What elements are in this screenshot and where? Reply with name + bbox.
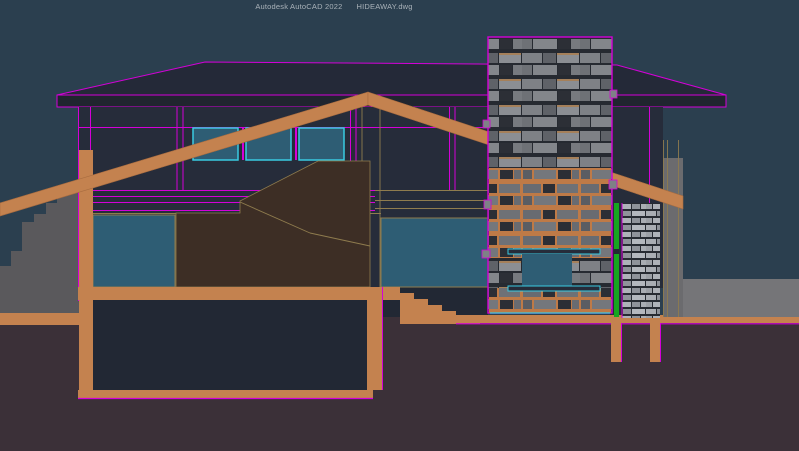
firebox-window[interactable] bbox=[522, 254, 572, 287]
autocad-window: Autodesk AutoCAD 2022 HIDEAWAY.dwg bbox=[0, 0, 799, 451]
chimney[interactable] bbox=[481, 36, 618, 314]
grade-line-left[interactable] bbox=[0, 313, 80, 325]
footing-1[interactable] bbox=[611, 323, 621, 362]
clerestory-window-3[interactable] bbox=[298, 127, 345, 161]
chimney-stone-mid bbox=[489, 168, 611, 258]
basement-room[interactable] bbox=[93, 300, 367, 390]
main-floor-slab[interactable] bbox=[78, 287, 400, 300]
terrain-right[interactable] bbox=[683, 279, 799, 317]
window-middle[interactable] bbox=[380, 217, 489, 288]
mantel-line-upper bbox=[507, 248, 601, 255]
chimney-stone-base bbox=[489, 288, 611, 313]
retaining-column-gray[interactable] bbox=[663, 158, 683, 317]
mullion-line-2 bbox=[295, 128, 297, 160]
green-conduit-line[interactable] bbox=[614, 203, 619, 317]
stone-protrusion-3 bbox=[481, 249, 491, 259]
app-title-text: Autodesk AutoCAD 2022 bbox=[255, 2, 343, 11]
basement-floor-slab[interactable] bbox=[78, 390, 373, 398]
stone-pier-right[interactable] bbox=[622, 203, 660, 318]
doc-title-text: HIDEAWAY.dwg bbox=[356, 2, 413, 11]
drawing-canvas[interactable] bbox=[0, 0, 799, 451]
mantel-line-lower bbox=[507, 285, 601, 292]
stone-protrusion-4 bbox=[609, 89, 618, 99]
green-line-joint bbox=[614, 249, 619, 254]
stone-protrusion-2 bbox=[483, 199, 492, 210]
footing-2[interactable] bbox=[650, 323, 660, 362]
title-bar: Autodesk AutoCAD 2022 HIDEAWAY.dwg bbox=[255, 2, 412, 11]
window-left[interactable] bbox=[92, 214, 176, 288]
basement-wall-right[interactable] bbox=[367, 287, 382, 390]
stone-protrusion-1 bbox=[482, 119, 491, 129]
stone-protrusion-5 bbox=[608, 179, 618, 190]
